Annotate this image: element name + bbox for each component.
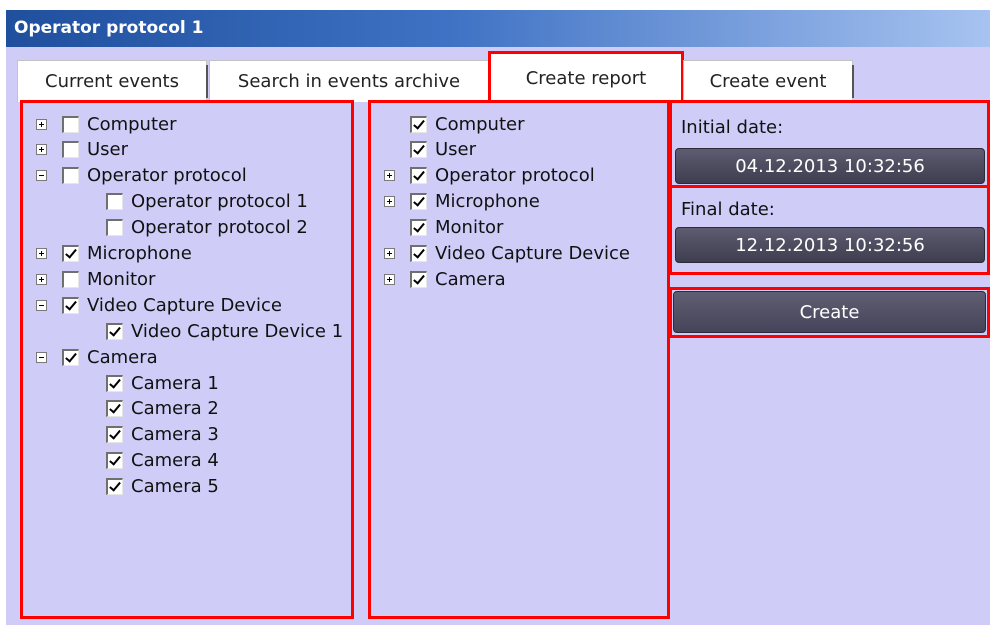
object-tree-item-label: Operator protocol 1	[131, 191, 308, 213]
object-tree-item-label: User	[87, 139, 129, 161]
checkbox-checked[interactable]	[410, 219, 427, 237]
object-tree-item-label: Camera 4	[131, 450, 219, 472]
tab-create-event[interactable]: Create event	[683, 60, 854, 102]
checkbox-checked[interactable]	[62, 296, 79, 314]
checkbox-checked[interactable]	[106, 478, 123, 496]
object-tree-item-label: Video Capture Device 1	[131, 320, 344, 342]
tab-bar: Current events Search in events archive …	[6, 47, 990, 104]
checkbox-checked[interactable]	[62, 348, 79, 366]
object-tree-item-label: Video Capture Device	[87, 294, 283, 316]
checkbox-checked[interactable]	[106, 426, 123, 444]
checkbox-unchecked[interactable]	[62, 141, 79, 159]
checkbox-checked[interactable]	[410, 167, 427, 185]
report-objects-tree-item-label: Computer	[435, 113, 525, 135]
report-objects-tree-item-label: Operator protocol	[435, 165, 595, 187]
object-tree-item[interactable]: Camera 5	[106, 474, 219, 500]
tab-current-events[interactable]: Current events	[17, 60, 208, 102]
report-objects-tree-item-label: Video Capture Device	[435, 243, 631, 264]
report-objects-tree-item[interactable]: Monitor	[410, 215, 503, 241]
checkbox-unchecked[interactable]	[106, 219, 123, 237]
expand-plus-icon[interactable]	[36, 144, 47, 156]
object-tree-item-label: Computer	[87, 113, 177, 135]
object-tree-item[interactable]: Camera 4	[106, 448, 219, 474]
report-objects-tree-item-label: User	[435, 139, 477, 161]
object-tree-panel: Computer User Operator protocol Operator pr…	[20, 100, 354, 619]
object-tree-item-label: Monitor	[87, 268, 156, 290]
object-tree-item-label: Camera 1	[131, 372, 219, 394]
checkbox-unchecked[interactable]	[106, 193, 123, 211]
object-tree-item[interactable]: Camera 1	[106, 370, 219, 396]
window-title: Operator protocol 1	[6, 10, 990, 47]
collapse-minus-icon[interactable]	[36, 299, 47, 311]
object-tree-item[interactable]: Computer	[36, 111, 176, 137]
checkbox-unchecked[interactable]	[62, 115, 79, 133]
object-tree-item[interactable]: Video Capture Device 1	[106, 318, 343, 344]
checkbox-checked[interactable]	[410, 270, 427, 288]
final-date-panel: Final date: 12.12.2013 10:32:56	[669, 185, 990, 275]
report-objects-tree-item[interactable]: User	[410, 137, 476, 163]
object-tree-item-label: Camera	[87, 346, 158, 368]
initial-date-field[interactable]: 04.12.2013 10:32:56	[675, 148, 985, 184]
initial-date-label: Initial date:	[681, 117, 784, 138]
object-tree-item[interactable]: Operator protocol 2	[106, 215, 308, 241]
object-tree-item[interactable]: Operator protocol 1	[106, 189, 308, 215]
expand-plus-icon[interactable]	[384, 196, 395, 208]
object-tree-item-label: Microphone	[87, 243, 192, 264]
expand-plus-icon[interactable]	[384, 170, 395, 182]
create-report-button[interactable]: Create	[673, 291, 986, 333]
checkbox-checked[interactable]	[106, 400, 123, 418]
report-objects-tree-item[interactable]: Computer	[410, 111, 524, 137]
expand-plus-icon[interactable]	[384, 273, 395, 285]
report-objects-tree-item-label: Microphone	[435, 191, 540, 213]
object-tree-item[interactable]: Camera 3	[106, 422, 219, 448]
tab-create-report[interactable]: Create report	[488, 51, 684, 102]
final-date-field[interactable]: 12.12.2013 10:32:56	[675, 227, 985, 263]
object-tree-item[interactable]: Video Capture Device	[36, 292, 282, 318]
final-date-label: Final date:	[681, 199, 775, 220]
object-tree-item[interactable]: Microphone	[36, 241, 192, 267]
checkbox-checked[interactable]	[410, 141, 427, 159]
report-objects-tree-item[interactable]: Microphone	[384, 189, 540, 215]
checkbox-checked[interactable]	[410, 245, 427, 262]
report-objects-tree-item[interactable]: Video Capture Device	[384, 241, 630, 267]
report-objects-panel: Computer User Operator protocol Microphone M…	[368, 100, 670, 619]
checkbox-checked[interactable]	[106, 452, 123, 470]
object-tree-item-label: Operator protocol	[87, 165, 247, 187]
object-tree-item[interactable]: Camera 2	[106, 396, 219, 422]
collapse-minus-icon[interactable]	[36, 351, 47, 363]
object-tree-item[interactable]: User	[36, 137, 128, 163]
object-tree-item-label: Operator protocol 2	[131, 217, 308, 239]
object-tree-item-label: Camera 5	[131, 476, 219, 498]
checkbox-checked[interactable]	[106, 322, 123, 340]
object-tree-item-label: Camera 3	[131, 424, 219, 446]
operator-protocol-window: Operator protocol 1 Current events Searc…	[6, 10, 990, 625]
expand-plus-icon[interactable]	[36, 273, 47, 285]
initial-date-panel: Initial date: 04.12.2013 10:32:56	[669, 100, 990, 188]
object-tree-item[interactable]: Operator protocol	[36, 163, 247, 189]
create-panel: Create	[669, 287, 990, 338]
collapse-minus-icon[interactable]	[36, 170, 47, 182]
expand-plus-icon[interactable]	[36, 118, 47, 130]
checkbox-checked[interactable]	[410, 115, 427, 133]
checkbox-unchecked[interactable]	[62, 167, 79, 185]
object-tree-item-label: Camera 2	[131, 398, 219, 420]
checkbox-checked[interactable]	[106, 374, 123, 392]
object-tree-item[interactable]: Monitor	[36, 266, 155, 292]
checkbox-checked[interactable]	[410, 193, 427, 211]
expand-plus-icon[interactable]	[36, 248, 47, 259]
tab-search-events-archive[interactable]: Search in events archive	[209, 60, 489, 102]
expand-plus-icon[interactable]	[384, 248, 395, 259]
object-tree-item[interactable]: Camera	[36, 344, 158, 370]
report-objects-tree-item-label: Monitor	[435, 217, 504, 239]
checkbox-unchecked[interactable]	[62, 270, 79, 288]
report-objects-tree-item[interactable]: Camera	[384, 266, 506, 292]
checkbox-checked[interactable]	[62, 245, 79, 262]
report-objects-tree-item[interactable]: Operator protocol	[384, 163, 595, 189]
report-objects-tree-item-label: Camera	[435, 268, 506, 290]
